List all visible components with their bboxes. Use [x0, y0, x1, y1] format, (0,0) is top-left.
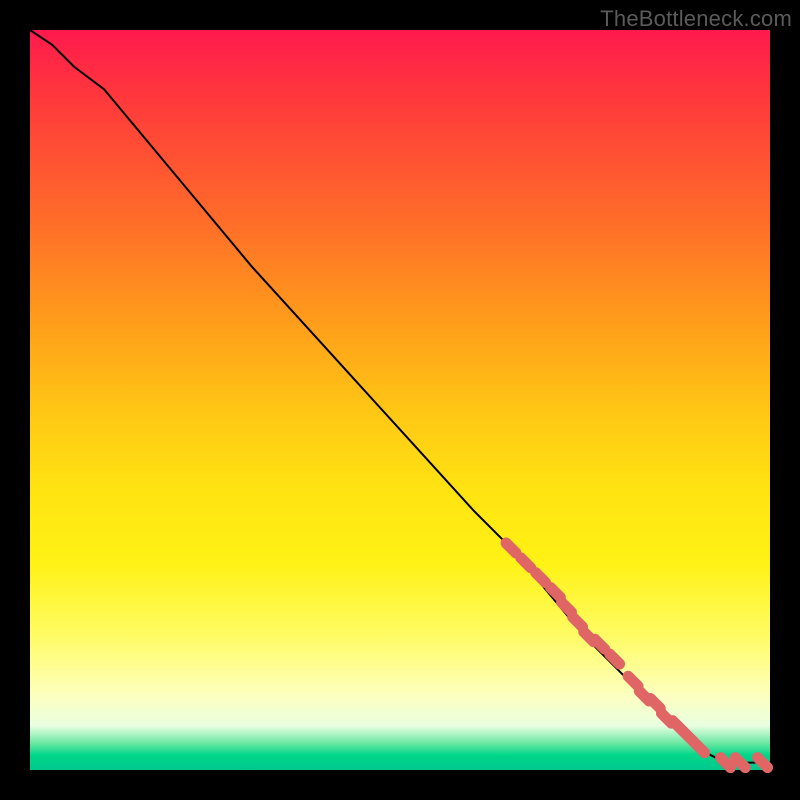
data-marker [721, 758, 731, 768]
data-marker [562, 602, 572, 612]
data-marker [521, 558, 531, 568]
watermark-text: TheBottleneck.com [600, 6, 792, 32]
curve-line [30, 30, 770, 763]
data-marker [610, 654, 620, 664]
data-marker [573, 617, 583, 627]
data-marker [628, 676, 638, 686]
data-marker [595, 639, 605, 649]
data-marker [695, 743, 705, 753]
data-marker [758, 758, 768, 768]
data-marker [506, 543, 516, 553]
data-marker [650, 698, 660, 708]
data-marker [550, 587, 560, 597]
data-marker [735, 758, 745, 768]
markers-group [506, 543, 768, 768]
plot-area [30, 30, 770, 770]
chart-stage: TheBottleneck.com [0, 0, 800, 800]
chart-svg [30, 30, 770, 770]
data-marker [536, 573, 546, 583]
